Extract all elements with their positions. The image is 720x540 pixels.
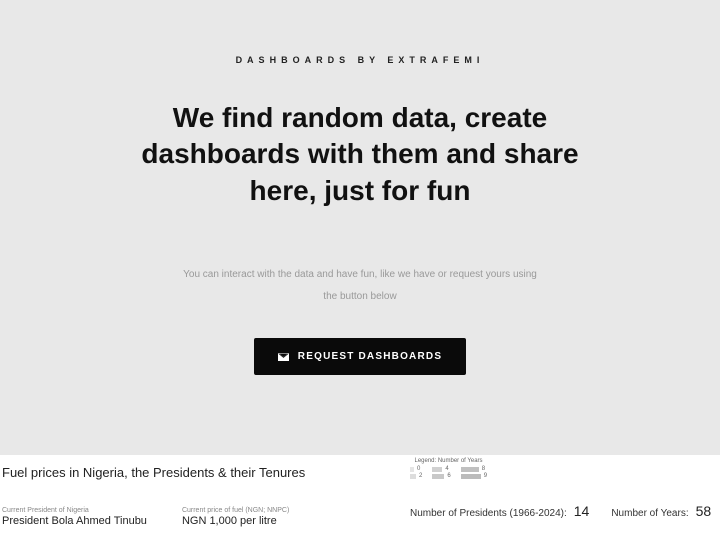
stat-president: Current President of Nigeria President B… — [2, 507, 147, 527]
envelope-icon — [278, 353, 289, 361]
kpi-years: Number of Years: 58 — [611, 503, 711, 519]
subheadline: You can interact with the data and have … — [175, 264, 545, 308]
legend-item: 2 — [410, 473, 422, 479]
cta-label: REQUEST DASHBOARDS — [298, 351, 442, 362]
request-dashboards-button[interactable]: REQUEST DASHBOARDS — [254, 338, 466, 375]
kpi-label: Number of Years: — [611, 508, 688, 519]
legend: Legend: Number of Years 0 4 8 2 6 9 — [410, 458, 487, 479]
legend-item: 4 — [432, 466, 450, 472]
legend-item: 8 — [461, 466, 487, 472]
stat-value: NGN 1,000 per litre — [182, 515, 289, 527]
eyebrow-text: DASHBOARDS BY EXTRAFEMI — [236, 55, 485, 65]
stat-value: President Bola Ahmed Tinubu — [2, 515, 147, 527]
kpi-presidents: Number of Presidents (1966-2024): 14 — [410, 503, 589, 519]
kpi-label: Number of Presidents (1966-2024): — [410, 508, 567, 519]
stat-row: Current President of Nigeria President B… — [2, 507, 289, 527]
legend-item: 0 — [410, 466, 422, 472]
stat-fuel: Current price of fuel (NGN; NNPC) NGN 1,… — [182, 507, 289, 527]
legend-title: Legend: Number of Years — [410, 458, 487, 464]
legend-item: 6 — [432, 473, 450, 479]
kpi-value: 14 — [574, 503, 590, 519]
stat-label: Current price of fuel (NGN; NNPC) — [182, 507, 289, 514]
headline: We find random data, create dashboards w… — [115, 100, 605, 209]
dashboard-preview: Fuel prices in Nigeria, the Presidents &… — [0, 455, 720, 540]
kpi-row: Number of Presidents (1966-2024): 14 Num… — [410, 503, 711, 519]
legend-item: 9 — [461, 473, 487, 479]
kpi-value: 58 — [696, 503, 712, 519]
stat-label: Current President of Nigeria — [2, 507, 147, 514]
hero-section: DASHBOARDS BY EXTRAFEMI We find random d… — [0, 0, 720, 455]
dashboard-title: Fuel prices in Nigeria, the Presidents &… — [2, 465, 720, 480]
